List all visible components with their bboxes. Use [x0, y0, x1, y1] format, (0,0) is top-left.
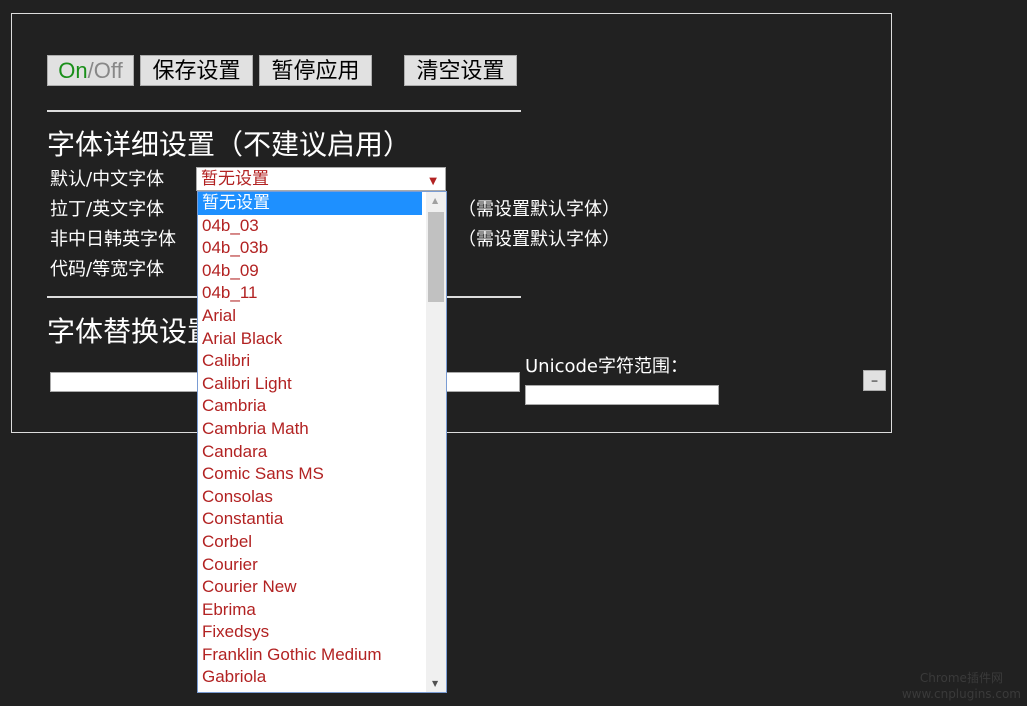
dropdown-option[interactable]: Constantia [198, 508, 422, 531]
dropdown-option[interactable]: Corbel [198, 531, 422, 554]
mono-font-label: 代码/等宽字体 [50, 259, 165, 280]
watermark-line2: www.cnplugins.com [901, 687, 1021, 701]
font-dropdown-list[interactable]: 暂无设置 04b_03 04b_03b 04b_09 04b_11 Arial Arial … [197, 191, 447, 693]
other-note: （需设置默认字体） [458, 229, 620, 250]
scroll-down-icon[interactable]: ▼ [432, 679, 438, 688]
dropdown-option[interactable]: Arial Black [198, 328, 422, 351]
dropdown-option[interactable]: Comic Sans MS [198, 463, 422, 486]
on-off-toggle[interactable]: On/Off [47, 55, 134, 86]
dropdown-option[interactable]: Ebrima [198, 599, 422, 622]
off-label: Off [93, 58, 123, 83]
latin-font-label: 拉丁/英文字体 [50, 199, 165, 220]
scrollbar[interactable]: ▲ ▼ [426, 192, 446, 692]
detail-heading: 字体详细设置（不建议启用） [47, 128, 412, 161]
dropdown-option[interactable]: 04b_09 [198, 260, 422, 283]
dropdown-option[interactable]: Candara [198, 441, 422, 464]
save-settings-button[interactable]: 保存设置 [140, 55, 253, 86]
clear-settings-button[interactable]: 清空设置 [404, 55, 517, 86]
dropdown-option[interactable]: Cambria [198, 395, 422, 418]
dropdown-arrow-icon: ▼ [429, 176, 437, 187]
dropdown-option[interactable]: Calibri Light [198, 373, 422, 396]
latin-note: （需设置默认字体） [458, 199, 620, 220]
dropdown-option[interactable]: Franklin Gothic Medium [198, 644, 422, 667]
dropdown-option[interactable]: Arial [198, 305, 422, 328]
on-label: On [58, 58, 88, 83]
dropdown-option[interactable]: 暂无设置 [198, 192, 422, 215]
divider [47, 110, 521, 112]
default-font-label: 默认/中文字体 [50, 169, 165, 190]
dropdown-option[interactable]: 04b_03 [198, 215, 422, 238]
dropdown-option[interactable]: 04b_03b [198, 237, 422, 260]
dropdown-option[interactable]: Courier New [198, 576, 422, 599]
dropdown-option[interactable]: 04b_11 [198, 282, 422, 305]
scroll-up-icon[interactable]: ▲ [432, 196, 438, 205]
watermark-line1: Chrome插件网 [919, 671, 1003, 685]
dropdown-option[interactable]: Calibri [198, 350, 422, 373]
dropdown-option[interactable]: Consolas [198, 486, 422, 509]
select-value: 暂无设置 [201, 169, 269, 189]
watermark: Chrome插件网 www.cnplugins.com [902, 670, 1021, 702]
dropdown-option[interactable]: Courier [198, 554, 422, 577]
unicode-range-input[interactable] [525, 385, 719, 405]
pause-button[interactable]: 暂停应用 [259, 55, 372, 86]
remove-rule-button[interactable]: − [863, 370, 886, 391]
dropdown-option[interactable]: Fixedsys [198, 621, 422, 644]
font-name-input[interactable] [50, 372, 200, 392]
replace-font-input[interactable] [446, 372, 520, 392]
scrollbar-thumb[interactable] [428, 212, 444, 302]
unicode-range-label: Unicode字符范围： [525, 356, 688, 377]
other-font-label: 非中日韩英字体 [50, 229, 176, 250]
dropdown-option[interactable]: Cambria Math [198, 418, 422, 441]
dropdown-option[interactable]: Gabriola [198, 666, 422, 689]
replace-heading: 字体替换设置 [47, 315, 216, 348]
default-font-select[interactable]: 暂无设置 ▼ [196, 167, 446, 191]
